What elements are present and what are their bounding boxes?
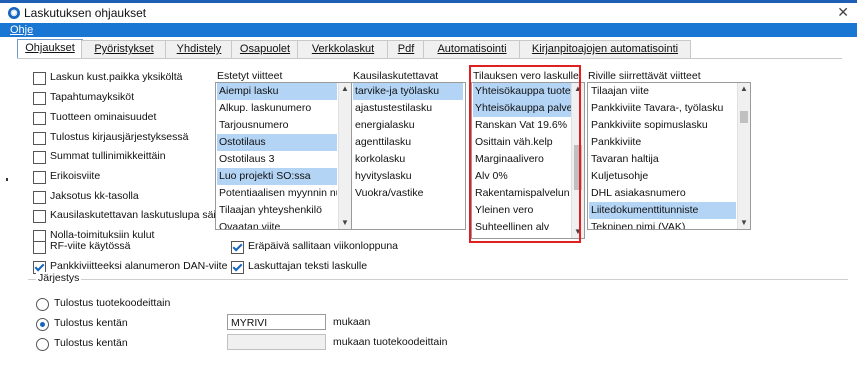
mukaan-label: mukaan [333,316,371,328]
jarjestys-title: Järjestys [36,272,82,284]
list-item[interactable]: energialasku [353,117,463,134]
checkbox-box[interactable] [33,151,46,164]
list-item[interactable]: hyvityslasku [353,168,463,185]
list-item[interactable]: Tilaajan viite [589,83,736,100]
menu-help[interactable]: Ohje [10,23,33,37]
close-icon[interactable]: ✕ [837,4,849,21]
checkbox-label: Eräpäivä sallitaan viikonloppuna [248,240,399,252]
left-edge-mark [6,178,8,181]
list-item[interactable]: Tilaajan yhteyshenkilö [217,202,337,219]
radio-kentan-mukaan[interactable] [36,318,49,331]
tab-pdf[interactable]: Pdf [387,40,425,58]
scroll-up-icon[interactable]: ▲ [339,83,351,95]
tab-automatisointi[interactable]: Automatisointi [423,40,521,58]
riville-scrollbar[interactable]: ▲ ▼ [737,83,750,229]
list-item[interactable]: tarvike-ja työlasku [353,83,463,100]
estetyt-scrollbar[interactable]: ▲ ▼ [338,83,351,229]
checkbox-box[interactable] [231,261,244,274]
tab-ohjaukset[interactable]: Ohjaukset [17,39,83,59]
checkbox-label: Jaksotus kk-tasolla [50,190,139,202]
checkbox-box[interactable] [33,112,46,125]
list-item[interactable]: Aiempi lasku [217,83,337,100]
estetyt-listbox[interactable]: Aiempi lasku Alkup. laskunumero Tarjousn… [215,82,352,230]
list-item[interactable]: Liitedokumenttitunniste [589,202,736,219]
list-item[interactable]: Tavaran haltija [589,151,736,168]
tab-yhdistely[interactable]: Yhdistely [165,40,233,58]
radio-tuotekoodeittain[interactable] [36,298,49,311]
jarjestys-group [28,279,848,370]
tab-verkkolaskut[interactable]: Verkkolaskut [297,40,389,58]
riville-header: Riville siirrettävät viitteet [588,70,701,82]
checkbox-box[interactable] [33,210,46,223]
list-item[interactable]: Pankkiviite Tavara-, työlasku [589,100,736,117]
radio-label: Tulostus kentän [54,317,128,329]
list-item[interactable]: Ostotilaus [217,134,337,151]
checkbox-label: Tulostus kirjausjärjestyksessä [50,131,189,143]
checkbox-label: Pankkiviitteeksi alanumeron DAN-viite [50,260,228,272]
highlight-annotation-box [469,65,581,243]
kentta-input[interactable]: MYRIVI [227,314,326,330]
kausi-listbox[interactable]: tarvike-ja työlasku ajastustestilasku en… [351,82,466,230]
list-item[interactable]: korkolasku [353,151,463,168]
checkbox-label: Summat tullinimikkeittäin [50,150,166,162]
scroll-thumb[interactable] [740,111,748,123]
list-item[interactable]: Tarjousnumero [217,117,337,134]
checkbox-box[interactable] [33,241,46,254]
list-item[interactable]: Pankkiviite [589,134,736,151]
scroll-down-icon[interactable]: ▼ [738,217,750,229]
checkbox-label: Laskun kust.paikka yksiköltä [50,71,183,83]
title-bar: ◉ Laskutuksen ohjaukset ✕ [0,3,857,23]
checkbox-label: Tapahtumayksiköt [50,91,135,103]
radio-label: Tulostus tuotekoodeittain [54,297,171,309]
radio-label: Tulostus kentän [54,337,128,349]
riville-listbox[interactable]: Tilaajan viite Pankkiviite Tavara-, työl… [587,82,751,230]
kausi-header: Kausilaskutettavat [353,70,439,82]
radio-kentan-tuotekoodeittain[interactable] [36,338,49,351]
list-item[interactable]: Tekninen nimi (VAK) [589,219,736,229]
list-item[interactable]: Ostotilaus 3 [217,151,337,168]
checkbox-label: Tuotteen ominaisuudet [50,111,157,123]
list-item[interactable]: Alkup. laskunumero [217,100,337,117]
checkbox-box[interactable] [33,171,46,184]
list-item[interactable]: Ovaatan viite [217,219,337,229]
checkbox-box[interactable] [33,132,46,145]
checkbox-box[interactable] [33,92,46,105]
checkbox-label: RF-viite käytössä [50,240,131,252]
window-title: Laskutuksen ohjaukset [24,6,147,20]
checkbox-label: Erikoisviite [50,170,101,182]
list-item[interactable]: ajastustestilasku [353,100,463,117]
tab-osapuolet[interactable]: Osapuolet [231,40,299,58]
checkbox-box[interactable] [33,191,46,204]
checkbox-label: Laskuttajan teksti laskulle [248,260,368,272]
list-item[interactable]: Vuokra/vastike [353,185,463,202]
list-item[interactable]: Kuljetusohje [589,168,736,185]
menu-bar: Ohje [0,23,857,37]
checkbox-label: Kausilaskutettavan laskutuslupa säilyy [50,209,229,221]
list-item[interactable]: Potentiaalisen myynnin nui [217,185,337,202]
tab-pyoristykset[interactable]: Pyöristykset [81,40,167,58]
list-item[interactable]: DHL asiakasnumero [589,185,736,202]
app-logo-icon: ◉ [8,7,20,19]
kentta-input-disabled[interactable] [227,334,326,350]
estetyt-header: Estetyt viitteet [217,70,283,82]
list-item[interactable]: agenttilasku [353,134,463,151]
tab-kirjanpitoajojen-automatisointi[interactable]: Kirjanpitoajojen automatisointi [519,40,691,58]
checkbox-box[interactable] [33,72,46,85]
list-item[interactable]: Pankkiviite sopimuslasku [589,117,736,134]
scroll-up-icon[interactable]: ▲ [738,83,750,95]
scroll-down-icon[interactable]: ▼ [339,217,351,229]
checkbox-box[interactable] [231,241,244,254]
mukaan-tuotekoodeittain-label: mukaan tuotekoodeittain [333,336,448,348]
list-item[interactable]: Luo projekti SO:ssa [217,168,337,185]
